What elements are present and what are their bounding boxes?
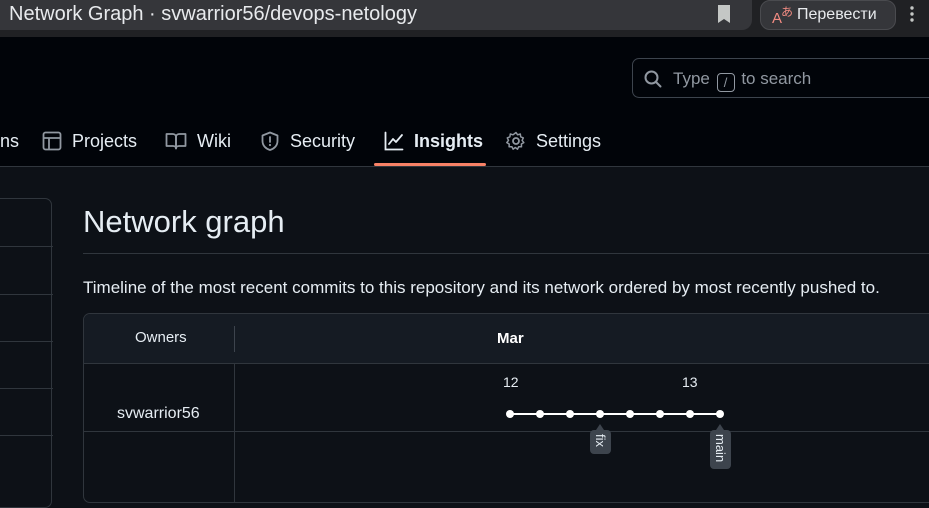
commit-dot[interactable]	[656, 410, 664, 418]
commit-dot[interactable]	[626, 410, 634, 418]
tab-settings-label: Settings	[536, 130, 602, 151]
sidebar-divider	[0, 294, 53, 295]
browser-titlebar: Network Graph · svwarrior56/devops-netol…	[0, 0, 929, 37]
branch-name: main	[713, 434, 728, 463]
network-graph[interactable]: Owners Mar svwarrior56 12 13 fix main	[83, 313, 929, 503]
commit-dot[interactable]	[596, 410, 604, 418]
tab-insights[interactable]: Insights	[384, 123, 483, 159]
bookmark-icon[interactable]	[716, 4, 732, 24]
search-input[interactable]: Type / to search	[632, 58, 929, 98]
table-icon	[42, 131, 62, 151]
svg-text:あ: あ	[781, 5, 793, 19]
search-shortcut-key: /	[716, 73, 735, 92]
browser-tab-title: Network Graph · svwarrior56/devops-netol…	[9, 3, 417, 25]
tab-truncated-label: ns	[0, 130, 20, 151]
shield-icon	[261, 131, 279, 151]
page-description: Timeline of the most recent commits to t…	[83, 278, 880, 297]
commit-dot[interactable]	[506, 410, 514, 418]
insights-sidebar	[0, 198, 53, 508]
translate-icon: A あ	[772, 5, 793, 26]
graph-icon	[384, 131, 404, 151]
active-tab-indicator	[374, 163, 486, 166]
translate-button[interactable]: A あ Перевести	[760, 0, 896, 30]
tab-insights-label: Insights	[414, 130, 484, 151]
search-placeholder: Type / to search	[673, 69, 811, 92]
tab-wiki-label: Wiki	[197, 130, 231, 151]
page-title: Network graph	[83, 204, 285, 239]
branch-label-main[interactable]: main	[710, 430, 731, 470]
translate-label: Перевести	[797, 6, 877, 23]
tab-security-label: Security	[290, 130, 356, 151]
search-prefix: Type	[673, 69, 710, 88]
sidebar-divider	[0, 388, 53, 389]
title-divider	[83, 253, 929, 254]
tab-projects[interactable]: Projects	[42, 123, 137, 159]
branch-name: fix	[593, 434, 608, 447]
tab-wiki[interactable]: Wiki	[165, 123, 231, 159]
more-menu-icon[interactable]	[905, 4, 919, 24]
commit-dot[interactable]	[686, 410, 694, 418]
commit-dot[interactable]	[566, 410, 574, 418]
sidebar-divider	[0, 341, 53, 342]
tab-truncated[interactable]: ns	[0, 123, 19, 159]
commit-dot[interactable]	[716, 410, 724, 418]
browser-tab[interactable]: Network Graph · svwarrior56/devops-netol…	[0, 0, 752, 30]
search-suffix: to search	[741, 69, 812, 88]
branch-label-fix[interactable]: fix	[590, 430, 611, 454]
search-icon	[644, 70, 662, 88]
repo-header: Type / to search ns Projects Wiki Securi…	[0, 37, 929, 167]
sidebar-divider	[0, 435, 53, 436]
sidebar-divider	[0, 246, 53, 247]
book-icon	[165, 133, 187, 150]
commit-graph	[506, 410, 724, 430]
tab-projects-label: Projects	[72, 130, 138, 151]
tab-security[interactable]: Security	[260, 123, 355, 159]
gear-icon	[506, 131, 525, 150]
tab-settings[interactable]: Settings	[506, 123, 601, 159]
commit-dot[interactable]	[536, 410, 544, 418]
